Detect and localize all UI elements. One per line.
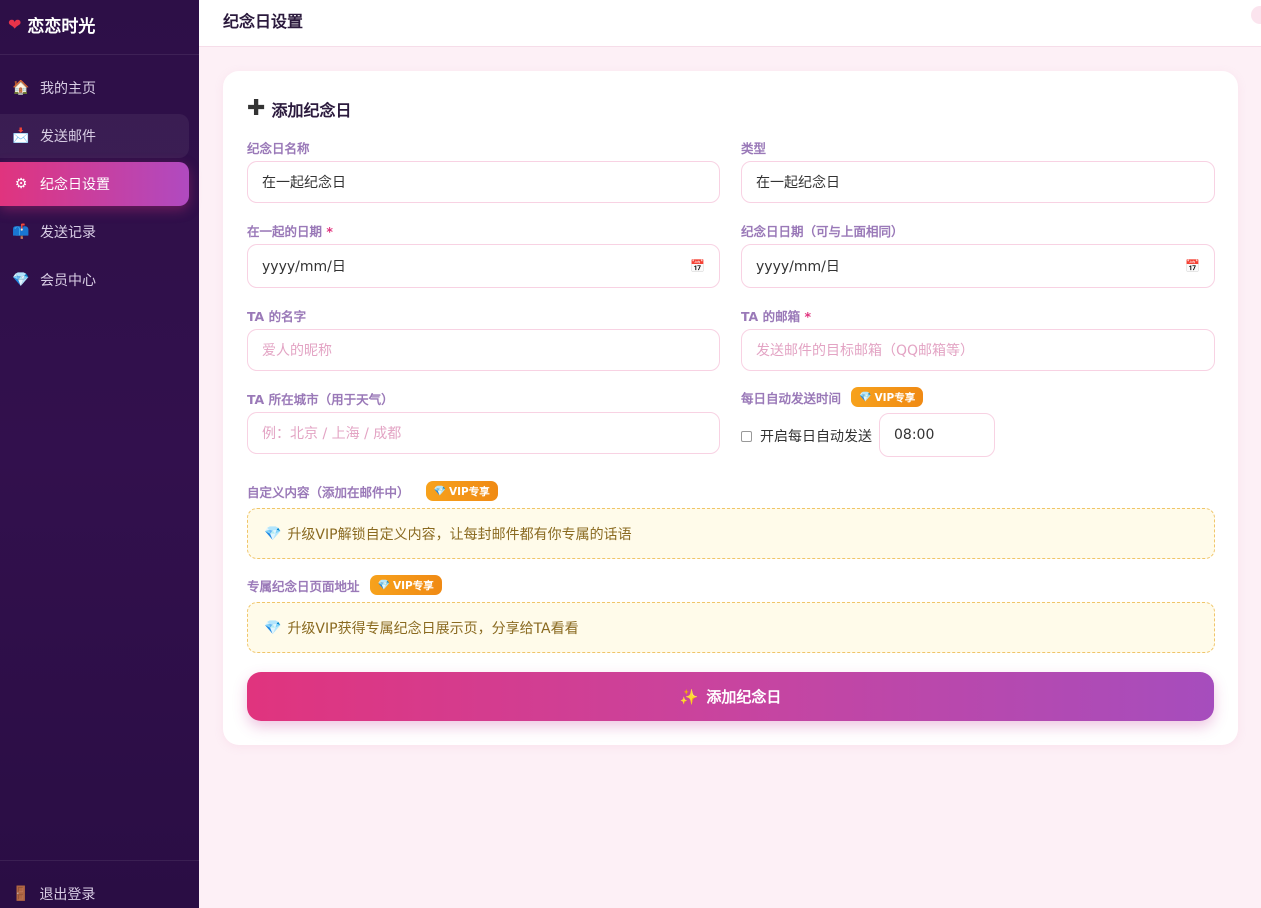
custom-content-vip-notice[interactable]: 💎 升级VIP解锁自定义内容，让每封邮件都有你专属的话语: [247, 508, 1215, 559]
plus-icon: ✚: [247, 96, 266, 121]
card-title: ✚ 添加纪念日: [247, 97, 351, 121]
logout-button[interactable]: 🚪 退出登录: [12, 884, 95, 904]
vip-badge: 💎 VIP专享: [851, 387, 924, 407]
required-mark: *: [804, 309, 811, 324]
auto-send-label: 每日自动发送时间 💎 VIP专享: [741, 387, 924, 407]
page-url-notice-text: 升级VIP获得专属纪念日展示页，分享给TA看看: [287, 620, 579, 637]
ta-email-placeholder: 发送邮件的目标邮箱（QQ邮箱等）: [756, 343, 975, 359]
anniversary-date-label: 纪念日日期（可与上面相同）: [741, 224, 904, 239]
ta-city-placeholder: 例：北京 / 上海 / 成都: [262, 426, 402, 442]
date-placeholder: yyyy/mm/日: [262, 259, 346, 275]
sidebar-item-membership[interactable]: 💎 会员中心: [0, 258, 189, 302]
brand-name: 恋恋时光: [27, 16, 96, 37]
together-date-label: 在一起的日期 *: [247, 221, 333, 240]
auto-send-checkbox[interactable]: [741, 430, 752, 442]
page-url-label: 专属纪念日页面地址 💎 VIP专享: [247, 575, 442, 595]
sidebar-item-label: 发送记录: [40, 225, 96, 241]
anniversary-date-input[interactable]: yyyy/mm/日 📅: [741, 244, 1215, 288]
sidebar-item-send-mail[interactable]: 📩 发送邮件: [0, 114, 189, 158]
calendar-icon[interactable]: 📅: [1185, 259, 1200, 273]
add-anniversary-card: ✚ 添加纪念日 纪念日名称 在一起纪念日 类型 在一起纪念日 在一起的日期 * …: [223, 71, 1238, 745]
diamond-icon: 💎: [433, 485, 446, 497]
diamond-icon: 💎: [12, 272, 30, 288]
vip-badge: 💎 VIP专享: [425, 481, 498, 501]
diamond-icon: 💎: [264, 619, 282, 636]
card-title-text: 添加纪念日: [271, 101, 352, 120]
page-url-label-text: 专属纪念日页面地址: [247, 578, 360, 594]
mailbox-icon: 📫: [12, 224, 30, 240]
ta-name-input[interactable]: 爱人的昵称: [247, 329, 720, 371]
auto-send-checkbox-label: 开启每日自动发送: [760, 429, 872, 445]
sidebar-item-send-history[interactable]: 📫 发送记录: [0, 210, 189, 254]
type-value: 在一起纪念日: [756, 175, 840, 191]
add-anniversary-button-label: 添加纪念日: [706, 688, 782, 706]
vip-badge-text: VIP专享: [392, 579, 434, 592]
sparkles-icon: ✨: [679, 687, 699, 706]
sidebar-item-label: 纪念日设置: [40, 177, 110, 193]
ta-name-placeholder: 爱人的昵称: [262, 343, 332, 359]
ta-email-label-text: TA 的邮箱: [741, 309, 801, 324]
date-placeholder: yyyy/mm/日: [756, 259, 840, 275]
ta-city-input[interactable]: 例：北京 / 上海 / 成都: [247, 412, 720, 454]
sidebar-item-home[interactable]: 🏠 我的主页: [0, 66, 189, 110]
diamond-icon: 💎: [377, 579, 390, 591]
auto-send-label-text: 每日自动发送时间: [741, 390, 842, 406]
page-url-vip-notice[interactable]: 💎 升级VIP获得专属纪念日展示页，分享给TA看看: [247, 602, 1215, 653]
mail-icon: 📩: [12, 128, 30, 144]
diamond-icon: 💎: [264, 525, 282, 542]
custom-content-notice-text: 升级VIP解锁自定义内容，让每封邮件都有你专属的话语: [287, 526, 632, 543]
calendar-icon[interactable]: 📅: [690, 259, 705, 273]
heart-icon: ❤: [8, 14, 22, 34]
ta-name-label: TA 的名字: [247, 309, 307, 324]
brand[interactable]: ❤ 恋恋时光: [8, 12, 96, 37]
vip-badge-text: VIP专享: [448, 485, 490, 498]
auto-send-toggle[interactable]: 开启每日自动发送: [741, 426, 872, 446]
diamond-icon: 💎: [859, 391, 872, 403]
sidebar-nav: 🏠 我的主页 📩 发送邮件 ⚙ 纪念日设置 📫 发送记录 💎 会员中心: [0, 66, 199, 306]
sidebar-item-label: 我的主页: [40, 81, 96, 97]
type-label: 类型: [741, 141, 767, 156]
custom-content-label-text: 自定义内容（添加在邮件中）: [247, 484, 410, 500]
ta-city-label: TA 所在城市（用于天气）: [247, 392, 394, 407]
together-date-input[interactable]: yyyy/mm/日 📅: [247, 244, 720, 288]
sidebar-item-anniversary-settings[interactable]: ⚙ 纪念日设置: [0, 162, 189, 206]
vip-badge-text: VIP专享: [874, 391, 916, 404]
door-icon: 🚪: [12, 886, 30, 902]
logout-label: 退出登录: [39, 887, 96, 903]
page-title: 纪念日设置: [223, 12, 304, 31]
avatar[interactable]: [1251, 6, 1261, 24]
header: 纪念日设置: [199, 0, 1261, 47]
type-select[interactable]: 在一起纪念日: [741, 161, 1215, 203]
sidebar-item-label: 发送邮件: [40, 129, 96, 145]
gear-icon: ⚙: [14, 176, 28, 192]
sidebar: ❤ 恋恋时光 🏠 我的主页 📩 发送邮件 ⚙ 纪念日设置 📫 发送记录 💎 会员…: [0, 0, 199, 908]
add-anniversary-button[interactable]: ✨ 添加纪念日: [247, 672, 1214, 721]
divider: [0, 860, 199, 861]
ta-email-label: TA 的邮箱 *: [741, 306, 811, 325]
name-label: 纪念日名称: [247, 141, 310, 156]
together-date-label-text: 在一起的日期: [247, 224, 323, 239]
auto-send-time-value: 08:00: [894, 427, 935, 443]
vip-badge: 💎 VIP专享: [369, 575, 442, 595]
home-icon: 🏠: [12, 80, 30, 96]
anniversary-name-value: 在一起纪念日: [262, 175, 346, 191]
anniversary-name-input[interactable]: 在一起纪念日: [247, 161, 720, 203]
custom-content-label: 自定义内容（添加在邮件中） 💎 VIP专享: [247, 481, 498, 501]
sidebar-item-label: 会员中心: [40, 273, 96, 289]
ta-email-input[interactable]: 发送邮件的目标邮箱（QQ邮箱等）: [741, 329, 1215, 371]
auto-send-time-input[interactable]: 08:00: [879, 413, 995, 457]
divider: [0, 54, 199, 55]
required-mark: *: [326, 224, 333, 239]
